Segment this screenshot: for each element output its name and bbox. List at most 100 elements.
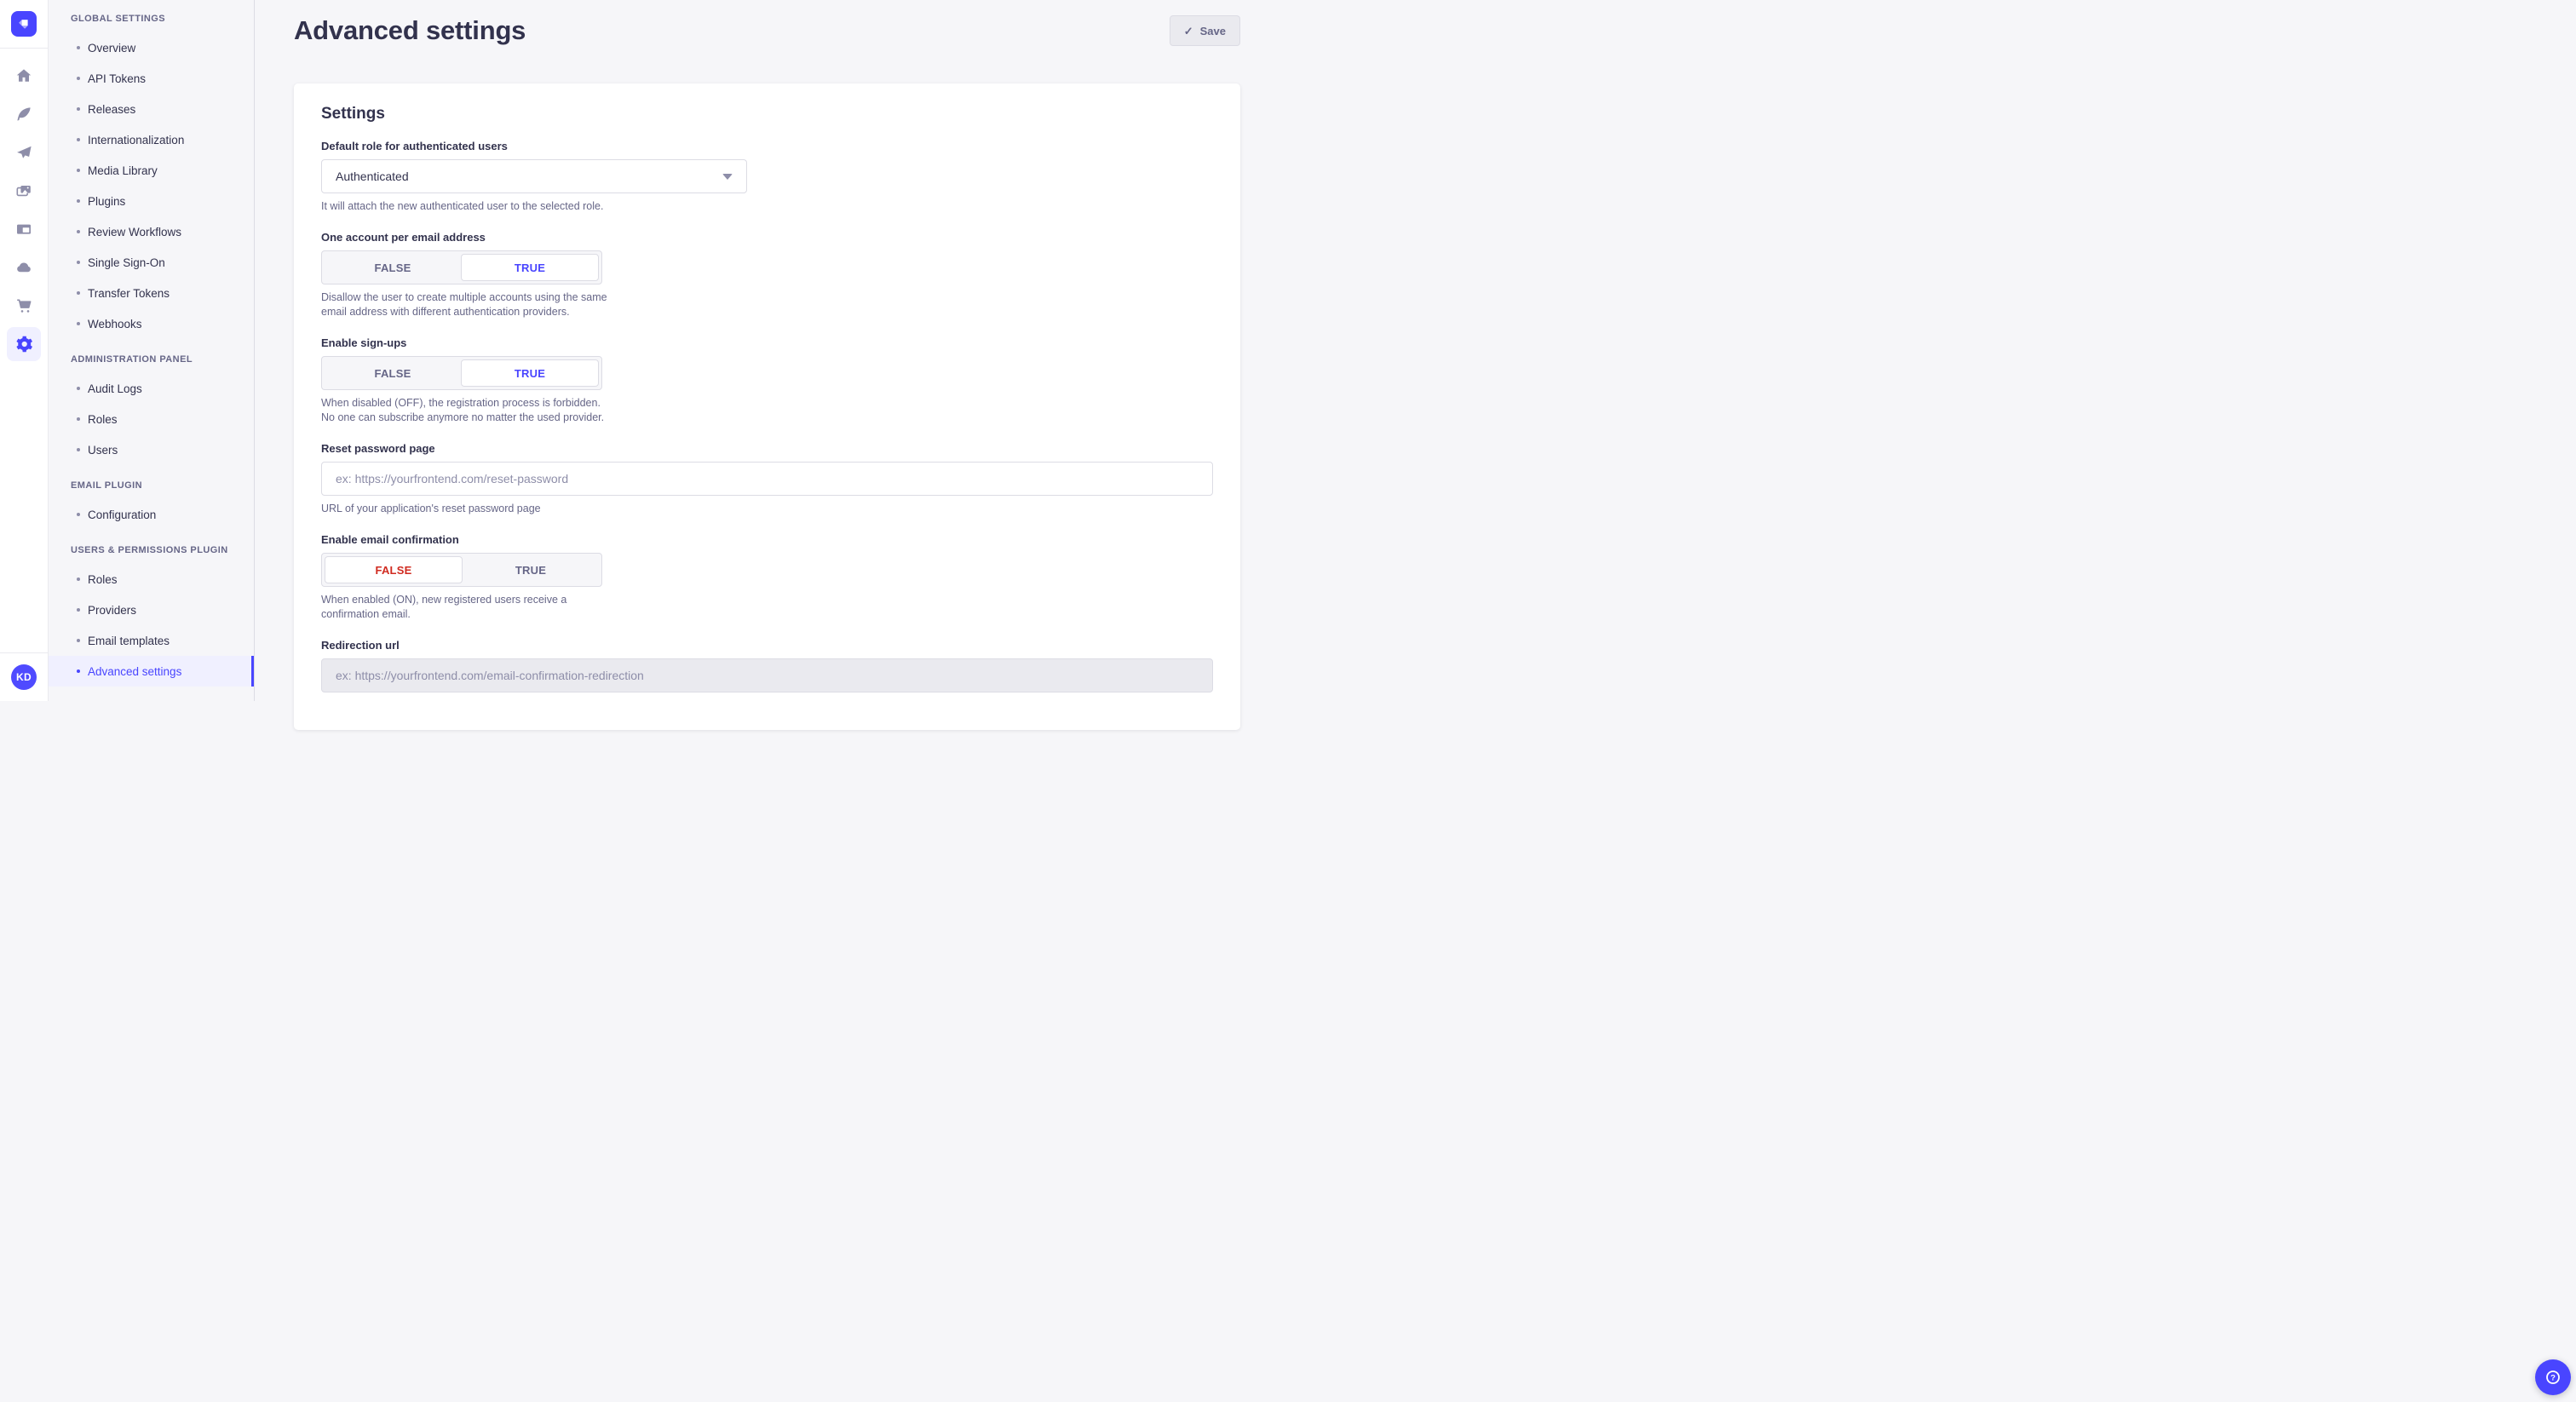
sidebar-item-media-library[interactable]: Media Library xyxy=(49,155,254,186)
help-button[interactable]: ? xyxy=(2535,1359,2571,1395)
sidebar-item-label: Webhooks xyxy=(88,318,142,330)
bullet-icon xyxy=(77,169,80,172)
avatar[interactable]: KD xyxy=(11,664,37,690)
sidebar-item-providers[interactable]: Providers xyxy=(49,595,254,625)
settings-sidebar: GLOBAL SETTINGS Overview API Tokens Release… xyxy=(49,0,255,701)
bullet-icon xyxy=(77,322,80,325)
check-icon: ✓ xyxy=(1184,26,1193,37)
bullet-icon xyxy=(77,639,80,642)
sidebar-item-email-templates[interactable]: Email templates xyxy=(49,625,254,656)
rail-footer: KD xyxy=(0,652,48,701)
field-redirection-url: Redirection url xyxy=(321,639,1213,692)
page-header: Advanced settings ✓ Save xyxy=(255,0,1288,46)
media-library-icon[interactable] xyxy=(7,174,41,208)
layout-icon[interactable] xyxy=(7,212,41,246)
toggle-option-false[interactable]: FALSE xyxy=(325,359,461,387)
field-one-account-per-email: One account per email address FALSE TRUE… xyxy=(321,231,1213,319)
svg-text:?: ? xyxy=(2550,1373,2556,1382)
sidebar-item-roles[interactable]: Roles xyxy=(49,404,254,434)
cart-icon[interactable] xyxy=(7,289,41,323)
field-hint: URL of your application's reset password… xyxy=(321,502,1213,516)
question-mark-icon: ? xyxy=(2544,1368,2562,1387)
field-label: Enable sign-ups xyxy=(321,336,1213,350)
page-title: Advanced settings xyxy=(294,15,526,46)
bullet-icon xyxy=(77,448,80,451)
bullet-icon xyxy=(77,77,80,80)
toggle-option-true[interactable]: TRUE xyxy=(461,254,599,281)
sidebar-item-label: Transfer Tokens xyxy=(88,287,170,300)
field-label: Default role for authenticated users xyxy=(321,140,1213,153)
strapi-logo[interactable] xyxy=(11,11,37,37)
toggle-option-false[interactable]: FALSE xyxy=(325,556,463,583)
bullet-icon xyxy=(77,577,80,581)
field-enable-sign-ups: Enable sign-ups FALSE TRUE When disabled… xyxy=(321,336,1213,425)
logo-area xyxy=(0,0,48,49)
sidebar-item-internationalization[interactable]: Internationalization xyxy=(49,124,254,155)
bullet-icon xyxy=(77,46,80,49)
sidebar-item-transfer-tokens[interactable]: Transfer Tokens xyxy=(49,278,254,308)
sidebar-item-plugins[interactable]: Plugins xyxy=(49,186,254,216)
cloud-icon[interactable] xyxy=(7,250,41,284)
sidebar-item-roles[interactable]: Roles xyxy=(49,564,254,595)
sidebar-item-review-workflows[interactable]: Review Workflows xyxy=(49,216,254,247)
home-icon[interactable] xyxy=(7,59,41,93)
sidebar-item-overview[interactable]: Overview xyxy=(49,32,254,63)
sidebar-item-label: Plugins xyxy=(88,195,125,208)
feather-icon[interactable] xyxy=(7,97,41,131)
field-reset-password-page: Reset password page URL of your applicat… xyxy=(321,442,1213,516)
field-default-role: Default role for authenticated users Aut… xyxy=(321,140,1213,214)
settings-gear-icon[interactable] xyxy=(7,327,41,361)
sidebar-item-advanced-settings[interactable]: Advanced settings xyxy=(49,656,254,687)
redirection-url-input xyxy=(321,658,1213,692)
sidebar-item-label: Review Workflows xyxy=(88,226,181,238)
save-button[interactable]: ✓ Save xyxy=(1170,15,1240,46)
field-hint: It will attach the new authenticated use… xyxy=(321,199,1213,214)
sidebar-item-label: Internationalization xyxy=(88,134,184,147)
sidebar-item-label: Roles xyxy=(88,413,118,426)
toggle-option-true[interactable]: TRUE xyxy=(463,556,599,583)
sidebar-item-label: Overview xyxy=(88,42,135,55)
field-hint: When enabled (ON), new registered users … xyxy=(321,593,615,622)
sidebar-item-webhooks[interactable]: Webhooks xyxy=(49,308,254,339)
bullet-icon xyxy=(77,513,80,516)
sidebar-item-configuration[interactable]: Configuration xyxy=(49,499,254,530)
sidebar-item-users[interactable]: Users xyxy=(49,434,254,465)
enable-email-confirmation-toggle: FALSE TRUE xyxy=(321,553,602,587)
toggle-option-false[interactable]: FALSE xyxy=(325,254,461,281)
bullet-icon xyxy=(77,107,80,111)
sidebar-item-label: Email templates xyxy=(88,635,170,647)
paper-plane-icon[interactable] xyxy=(7,135,41,170)
sidebar-item-label: Users xyxy=(88,444,118,457)
app-root: KD GLOBAL SETTINGS Overview API Tokens Rele… xyxy=(0,0,1288,701)
bullet-icon xyxy=(77,669,80,673)
one-account-per-email-toggle: FALSE TRUE xyxy=(321,250,602,284)
field-label: Reset password page xyxy=(321,442,1213,456)
field-label: Enable email confirmation xyxy=(321,533,1213,547)
sidebar-item-label: Configuration xyxy=(88,509,156,521)
sidebar-section-label: EMAIL PLUGIN xyxy=(49,479,254,492)
enable-sign-ups-toggle: FALSE TRUE xyxy=(321,356,602,390)
card-heading: Settings xyxy=(321,104,1213,124)
sidebar-item-label: API Tokens xyxy=(88,72,146,85)
main-content: Advanced settings ✓ Save Settings Defaul… xyxy=(255,0,1288,701)
select-value: Authenticated xyxy=(336,170,409,183)
sidebar-item-api-tokens[interactable]: API Tokens xyxy=(49,63,254,94)
sidebar-item-audit-logs[interactable]: Audit Logs xyxy=(49,373,254,404)
sidebar-item-releases[interactable]: Releases xyxy=(49,94,254,124)
toggle-option-true[interactable]: TRUE xyxy=(461,359,599,387)
sidebar-item-label: Releases xyxy=(88,103,135,116)
bullet-icon xyxy=(77,138,80,141)
bullet-icon xyxy=(77,291,80,295)
save-button-label: Save xyxy=(1200,25,1226,37)
sidebar-item-single-sign-on[interactable]: Single Sign-On xyxy=(49,247,254,278)
default-role-select[interactable]: Authenticated xyxy=(321,159,747,193)
field-hint: When disabled (OFF), the registration pr… xyxy=(321,396,615,425)
sidebar-section-label: ADMINISTRATION PANEL xyxy=(49,353,254,366)
sidebar-item-label: Media Library xyxy=(88,164,158,177)
reset-password-input[interactable] xyxy=(321,462,1213,496)
sidebar-section-label: USERS & PERMISSIONS PLUGIN xyxy=(49,543,254,557)
sidebar-item-label: Roles xyxy=(88,573,118,586)
sidebar-section-label: GLOBAL SETTINGS xyxy=(49,12,254,26)
nav-rail: KD xyxy=(0,0,49,701)
bullet-icon xyxy=(77,261,80,264)
